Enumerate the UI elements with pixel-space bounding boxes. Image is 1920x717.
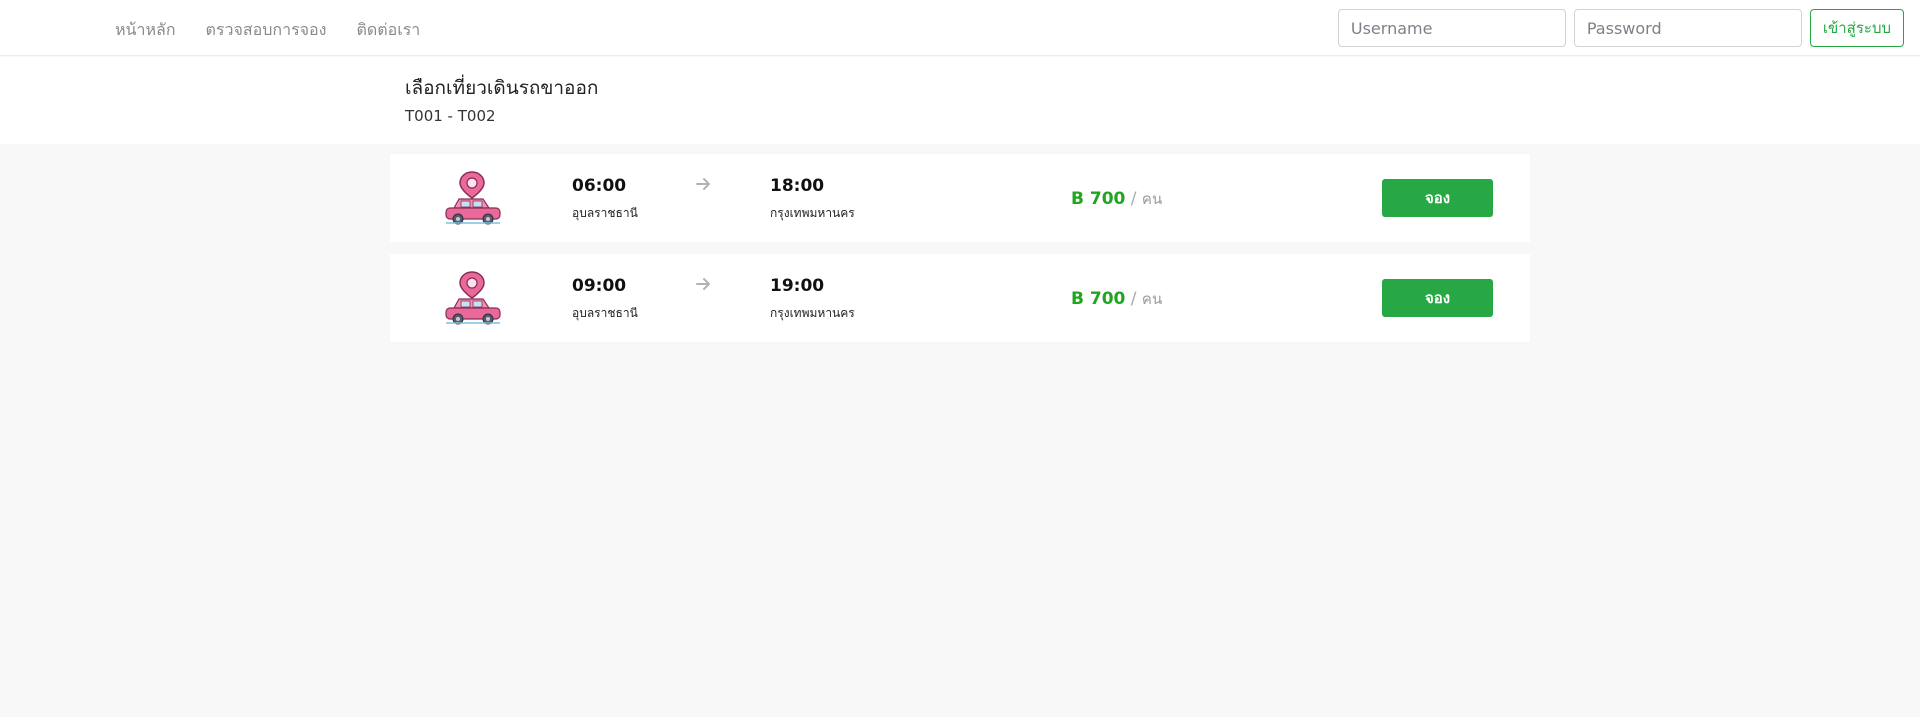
trip-card: 09:00 อุบลราชธานี 19:00 กรุงเทพมหานคร B … [390,254,1530,342]
price-unit: คน [1141,290,1163,308]
arrival-time: 19:00 [770,276,825,296]
price-separator: / [1130,189,1137,209]
page-header: เลือกเที่ยวเดินรถขาออก T001 - T002 [0,57,1920,144]
nav-links: หน้าหลัก ตรวจสอบการจอง ติดต่อเรา [115,18,420,43]
route-code: T001 - T002 [405,107,496,125]
nav-link-home[interactable]: หน้าหลัก [115,18,176,43]
book-button[interactable]: จอง [1382,279,1493,317]
arrival-time: 18:00 [770,176,825,196]
price-separator: / [1130,289,1137,309]
trip-price: B 700 / คน [1071,287,1162,311]
trip-price: B 700 / คน [1071,187,1162,211]
departure-city: อุบลราชธานี [572,206,638,220]
username-input[interactable] [1337,9,1566,47]
arrival-city: กรุงเทพมหานคร [770,206,855,220]
arrow-right-icon [696,278,710,290]
car-location-pin-icon [445,171,501,225]
arrival-city: กรุงเทพมหานคร [770,306,855,320]
login-form: เข้าสู่ระบบ [1337,9,1904,47]
car-location-pin-icon [445,271,501,325]
arrow-right-icon [696,178,710,190]
book-button[interactable]: จอง [1382,179,1493,217]
nav-link-contact[interactable]: ติดต่อเรา [356,18,420,43]
password-input[interactable] [1573,9,1802,47]
nav-link-check-booking[interactable]: ตรวจสอบการจอง [206,18,327,43]
top-navbar: หน้าหลัก ตรวจสอบการจอง ติดต่อเรา เข้าสู่… [0,0,1920,56]
price-amount: B 700 [1071,189,1126,209]
departure-time: 06:00 [572,176,627,196]
trip-list: 06:00 อุบลราชธานี 18:00 กรุงเทพมหานคร B … [390,154,1530,354]
price-amount: B 700 [1071,289,1126,309]
trip-card: 06:00 อุบลราชธานี 18:00 กรุงเทพมหานคร B … [390,154,1530,242]
departure-city: อุบลราชธานี [572,306,638,320]
login-button[interactable]: เข้าสู่ระบบ [1809,9,1904,47]
departure-time: 09:00 [572,276,627,296]
price-unit: คน [1141,190,1163,208]
page-title: เลือกเที่ยวเดินรถขาออก [405,77,599,99]
